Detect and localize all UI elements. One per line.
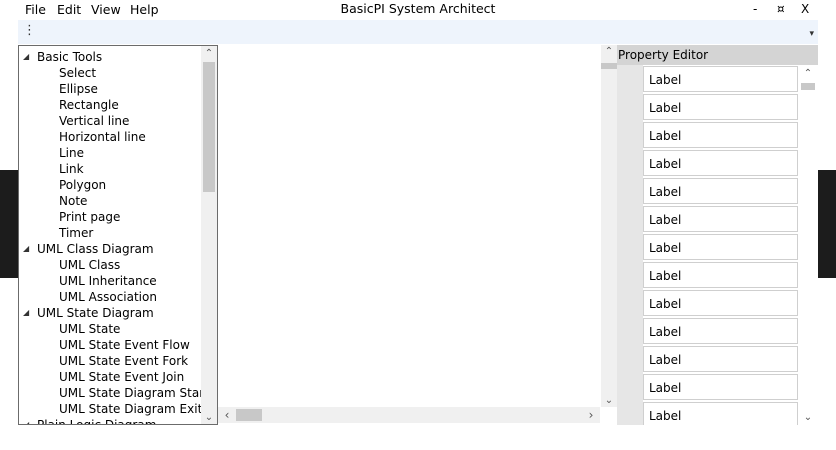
close-icon[interactable]: X (801, 2, 809, 16)
tree-item[interactable]: Link (59, 161, 84, 177)
tree-category-label: Basic Tools (37, 50, 103, 64)
property-label: Label (649, 381, 682, 395)
property-label: Label (649, 297, 682, 311)
property-row[interactable]: Label (643, 94, 798, 120)
tree-item[interactable]: UML Inheritance (59, 273, 157, 289)
property-label: Label (649, 129, 682, 143)
property-row[interactable]: Label (643, 66, 798, 92)
property-row[interactable]: Label (643, 290, 798, 316)
property-label: Label (649, 213, 682, 227)
diagram-canvas[interactable] (218, 45, 600, 407)
scroll-up-icon[interactable]: ⌃ (601, 46, 617, 57)
property-row[interactable]: Label (643, 234, 798, 260)
tree-item[interactable]: Timer (59, 225, 93, 241)
tree-item[interactable]: Rectangle (59, 97, 119, 113)
scroll-thumb[interactable] (601, 63, 617, 69)
property-label: Label (649, 101, 682, 115)
canvas-vertical-scrollbar[interactable]: ⌃ ⌄ (601, 45, 617, 407)
property-label: Label (649, 353, 682, 367)
tree-item[interactable]: Line (59, 145, 84, 161)
scroll-down-icon[interactable]: ⌄ (201, 412, 217, 423)
property-label: Label (649, 269, 682, 283)
tree-item[interactable]: Vertical line (59, 113, 129, 129)
property-row[interactable]: Label (643, 206, 798, 232)
tree-item[interactable]: Note (59, 193, 87, 209)
property-label: Label (649, 241, 682, 255)
scroll-up-icon[interactable]: ⌃ (201, 48, 217, 59)
tree-item[interactable]: UML State (59, 321, 120, 337)
property-row[interactable]: Label (643, 402, 798, 425)
tree-item[interactable]: UML Class (59, 257, 120, 273)
property-label: Label (649, 185, 682, 199)
scroll-up-icon[interactable]: ⌃ (798, 68, 818, 79)
property-row[interactable]: Label (643, 374, 798, 400)
property-label: Label (649, 409, 682, 423)
property-row[interactable]: Label (643, 150, 798, 176)
canvas-horizontal-scrollbar[interactable]: ‹ › (218, 407, 600, 423)
scroll-thumb[interactable] (801, 83, 815, 90)
expand-triangle-icon[interactable]: ◢ (23, 305, 37, 321)
background-band-left (0, 170, 18, 278)
tree-item[interactable]: UML Association (59, 289, 157, 305)
tree-category[interactable]: ◢ Basic Tools (23, 49, 102, 65)
minimize-icon[interactable]: - (753, 2, 757, 16)
tree-category-label: UML Class Diagram (37, 242, 154, 256)
tree-item[interactable]: UML State Diagram Start (59, 385, 201, 401)
overflow-arrow-icon[interactable]: ▾ (809, 29, 814, 39)
scroll-thumb[interactable] (203, 62, 215, 192)
tree-item[interactable]: Polygon (59, 177, 106, 193)
property-editor-header: Property Editor (617, 45, 818, 65)
tree-item[interactable]: UML State Event Join (59, 369, 184, 385)
toolbox-tree: ◢ Basic Tools Select Ellipse Rectangle Vertic… (19, 46, 201, 424)
menu-bar: File Edit View Help BasicPI System Archi… (0, 0, 836, 20)
tree-item[interactable]: Print page (59, 209, 120, 225)
tree-category-label: Plain Logic Diagram (37, 418, 156, 424)
grip-dots-icon[interactable]: ⋮ (23, 23, 36, 39)
property-label: Label (649, 73, 682, 87)
scroll-right-icon[interactable]: › (583, 407, 599, 423)
property-row[interactable]: Label (643, 178, 798, 204)
scroll-down-icon[interactable]: ⌄ (601, 395, 617, 406)
toolbox-tree-panel: ◢ Basic Tools Select Ellipse Rectangle Vertic… (18, 45, 218, 425)
tree-item[interactable]: UML State Event Flow (59, 337, 190, 353)
tree-vertical-scrollbar[interactable]: ⌃ ⌄ (201, 46, 217, 424)
tree-item[interactable]: UML State Diagram Exit (59, 401, 201, 417)
tree-item[interactable]: UML State Event Fork (59, 353, 188, 369)
background-band-right (818, 170, 836, 278)
tree-item[interactable]: Select (59, 65, 96, 81)
scroll-left-icon[interactable]: ‹ (219, 407, 235, 423)
property-editor: Label Label Label Label Label Label Label Label… (617, 65, 818, 425)
tree-item[interactable]: Ellipse (59, 81, 98, 97)
property-label: Label (649, 157, 682, 171)
expand-triangle-icon[interactable]: ◢ (23, 49, 37, 65)
toolbar: ⋮ ▾ (18, 20, 818, 44)
window-title: BasicPI System Architect (340, 1, 496, 16)
tree-category[interactable]: ◢Plain Logic Diagram (23, 417, 156, 424)
tree-category[interactable]: ◢ UML State Diagram (23, 305, 154, 321)
tree-category[interactable]: ◢ UML Class Diagram (23, 241, 154, 257)
property-row[interactable]: Label (643, 346, 798, 372)
tree-category-label: UML State Diagram (37, 306, 154, 320)
tree-item[interactable]: Horizontal line (59, 129, 146, 145)
property-row[interactable]: Label (643, 122, 798, 148)
property-row[interactable]: Label (643, 318, 798, 344)
property-gutter (617, 65, 643, 425)
scroll-down-icon[interactable]: ⌄ (798, 412, 818, 423)
property-label: Label (649, 325, 682, 339)
scroll-thumb[interactable] (236, 409, 262, 421)
property-row[interactable]: Label (643, 262, 798, 288)
expand-triangle-icon[interactable]: ◢ (23, 241, 37, 257)
restore-icon[interactable]: ¤ (777, 2, 785, 16)
property-vertical-scrollbar[interactable]: ⌃ ⌄ (798, 65, 818, 425)
expand-triangle-icon[interactable]: ◢ (23, 417, 37, 424)
